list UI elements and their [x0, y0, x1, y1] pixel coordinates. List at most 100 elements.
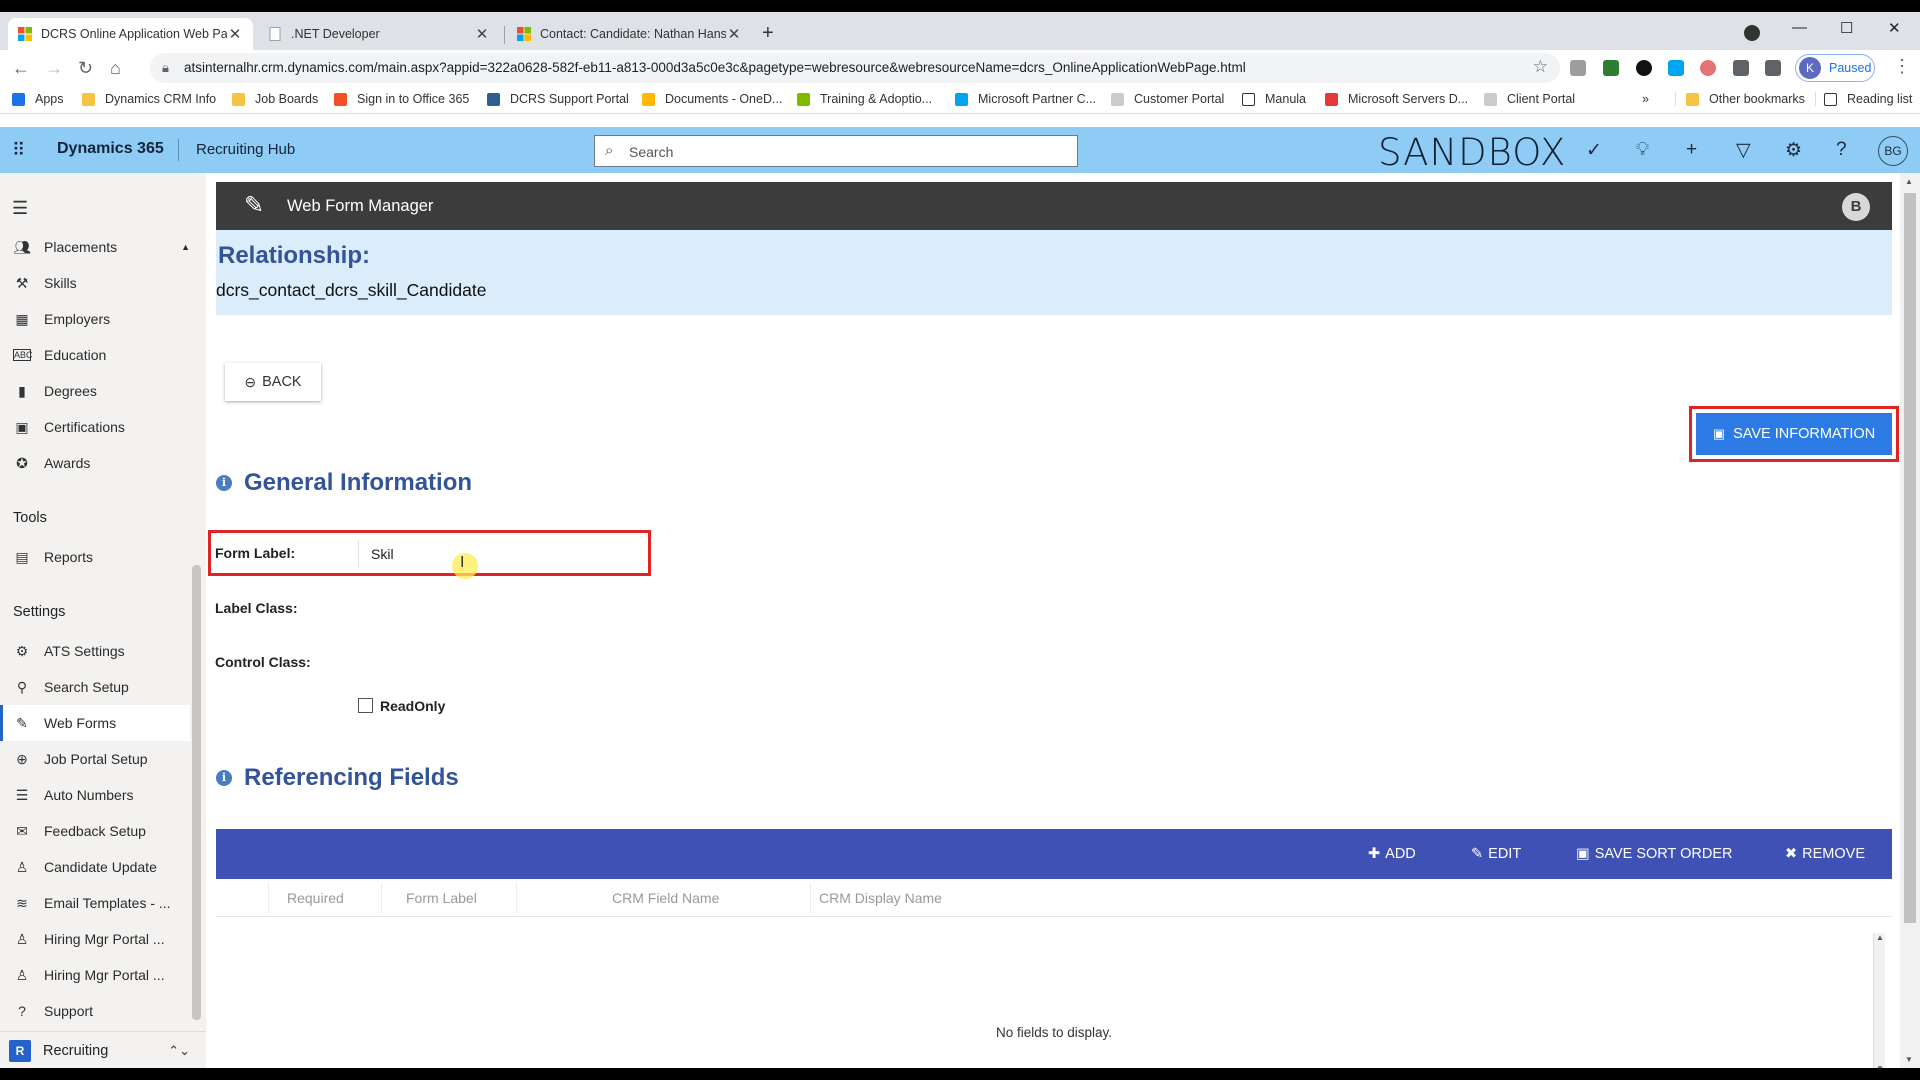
- nav-item-ats-settings[interactable]: ⚙ ATS Settings: [0, 633, 190, 669]
- people-icon: 👥︎: [13, 238, 31, 255]
- nav-item-hiring-mgr-portal[interactable]: ♙ Hiring Mgr Portal ...: [0, 957, 190, 993]
- nav-item-feedback-setup[interactable]: ✉ Feedback Setup: [0, 813, 190, 849]
- extension-icon[interactable]: [1636, 60, 1652, 76]
- task-check-icon[interactable]: ✓: [1586, 139, 1602, 162]
- nav-item-search-setup[interactable]: ⚲ Search Setup: [0, 669, 190, 705]
- column-header-crm-display-name[interactable]: CRM Display Name: [819, 890, 942, 906]
- nav-item-placements[interactable]: 👥︎ Placements ▲: [0, 229, 190, 265]
- bookmark-item[interactable]: Sign in to Office 365: [334, 92, 469, 106]
- edit-button[interactable]: ✎ EDIT: [1471, 846, 1521, 862]
- bookmark-item[interactable]: Job Boards: [232, 92, 318, 106]
- bookmark-item[interactable]: Training & Adoptio...: [797, 92, 932, 106]
- new-tab-button[interactable]: +: [762, 22, 774, 45]
- bookmark-item[interactable]: Microsoft Partner C...: [955, 92, 1096, 106]
- bookmark-item[interactable]: Customer Portal: [1111, 92, 1224, 106]
- lock-icon[interactable]: 🔒︎: [162, 60, 169, 76]
- extension-icon[interactable]: [1668, 60, 1684, 76]
- close-tab-icon[interactable]: ✕: [227, 25, 243, 43]
- back-arrow-icon[interactable]: ←: [12, 58, 30, 79]
- page-scrollbar[interactable]: ▲ ▼: [1900, 173, 1920, 1068]
- reading-list[interactable]: Reading list: [1815, 92, 1912, 106]
- url-bar[interactable]: 🔒︎ atsinternalhr.crm.dynamics.com/main.a…: [150, 53, 1560, 83]
- header-badge[interactable]: B: [1842, 193, 1870, 221]
- nav-item-employers[interactable]: ▦ Employers: [0, 301, 190, 337]
- product-name[interactable]: Dynamics 365: [57, 140, 164, 158]
- tab-net-developer[interactable]: .NET Developer ✕: [258, 18, 500, 50]
- gear-icon[interactable]: ⚙: [1785, 139, 1802, 162]
- extension-icon[interactable]: [1570, 60, 1586, 76]
- save-sort-order-button[interactable]: ▣ SAVE SORT ORDER: [1576, 846, 1733, 862]
- add-button[interactable]: ✚ ADD: [1368, 846, 1416, 862]
- scroll-down-arrow-icon[interactable]: ▼: [1876, 1064, 1884, 1068]
- nav-item-certifications[interactable]: ▣ Certifications: [0, 409, 190, 445]
- help-icon[interactable]: ?: [1836, 139, 1847, 161]
- collapse-arrow-icon[interactable]: ▲: [181, 242, 190, 252]
- lightbulb-icon[interactable]: 💡︎: [1636, 139, 1649, 161]
- close-tab-icon[interactable]: ✕: [726, 25, 742, 43]
- bookmark-item[interactable]: Client Portal: [1484, 92, 1575, 106]
- nav-item-reports[interactable]: ▤ Reports: [0, 539, 190, 575]
- column-header-required[interactable]: Required: [287, 890, 344, 906]
- app-launcher-icon[interactable]: ⠿: [12, 140, 25, 161]
- scrollbar-thumb[interactable]: [1904, 193, 1916, 923]
- grid-scrollbar[interactable]: ▲ ▼: [1873, 933, 1885, 1068]
- scroll-down-arrow-icon[interactable]: ▼: [1905, 1055, 1913, 1064]
- reload-icon[interactable]: ↻: [78, 58, 93, 79]
- scroll-up-arrow-icon[interactable]: ▲: [1905, 177, 1913, 186]
- book-icon: [1242, 92, 1255, 106]
- form-label-input[interactable]: [358, 540, 638, 568]
- bookmark-item[interactable]: Dynamics CRM Info: [82, 92, 216, 106]
- bookmark-item[interactable]: Microsoft Servers D...: [1325, 92, 1468, 106]
- column-header-form-label[interactable]: Form Label: [406, 890, 477, 906]
- global-search[interactable]: ⌕ Search: [594, 135, 1078, 167]
- other-bookmarks[interactable]: Other bookmarks: [1675, 92, 1805, 106]
- edit-form-icon: ✎: [244, 192, 265, 219]
- app-name[interactable]: Recruiting Hub: [196, 141, 295, 158]
- remove-button[interactable]: ✖ REMOVE: [1785, 846, 1865, 862]
- bookmark-item[interactable]: Documents - OneD...: [642, 92, 782, 106]
- bookmark-apps[interactable]: Apps: [12, 92, 64, 106]
- profile-button[interactable]: K Paused: [1795, 54, 1875, 82]
- nav-item-hiring-mgr-portal[interactable]: ♙ Hiring Mgr Portal ...: [0, 921, 190, 957]
- bookmark-item[interactable]: Manula: [1242, 92, 1306, 106]
- tab-dcrs-online-application[interactable]: DCRS Online Application Web Page ✕: [8, 18, 253, 50]
- nav-item-support[interactable]: ? Support: [0, 993, 190, 1029]
- nav-item-awards[interactable]: ✪ Awards: [0, 445, 190, 481]
- nav-item-web-forms[interactable]: ✎ Web Forms: [0, 705, 190, 741]
- nav-item-candidate-update[interactable]: ♙ Candidate Update: [0, 849, 190, 885]
- nav-item-auto-numbers[interactable]: ☰ Auto Numbers: [0, 777, 190, 813]
- maximize-icon[interactable]: ☐: [1840, 19, 1853, 37]
- puzzle-icon[interactable]: [1733, 60, 1749, 76]
- bookmark-item[interactable]: DCRS Support Portal: [487, 92, 629, 106]
- hamburger-icon[interactable]: ☰: [12, 198, 28, 219]
- forward-arrow-icon[interactable]: →: [45, 58, 63, 79]
- minimize-icon[interactable]: —: [1792, 19, 1807, 36]
- nav-item-skills[interactable]: ⚒ Skills: [0, 265, 190, 301]
- home-icon[interactable]: ⌂: [110, 58, 121, 79]
- nav-item-email-templates[interactable]: ≋ Email Templates - ...: [0, 885, 190, 921]
- extension-icon[interactable]: [1700, 60, 1716, 76]
- reading-mode-icon[interactable]: [1765, 60, 1781, 76]
- close-window-icon[interactable]: ✕: [1888, 19, 1901, 37]
- scroll-up-arrow-icon[interactable]: ▲: [1876, 933, 1884, 942]
- nav-item-degrees[interactable]: ▮ Degrees: [0, 373, 190, 409]
- save-information-button[interactable]: ▣ SAVE INFORMATION: [1696, 413, 1892, 455]
- bookmark-star-icon[interactable]: ☆: [1533, 57, 1548, 77]
- browser-menu-icon[interactable]: ⋮: [1893, 56, 1911, 77]
- column-header-crm-field-name[interactable]: CRM Field Name: [612, 890, 719, 906]
- user-avatar[interactable]: BG: [1878, 136, 1908, 166]
- back-button[interactable]: ⊖ BACK: [225, 363, 321, 401]
- extension-icon[interactable]: [1603, 60, 1619, 76]
- readonly-checkbox[interactable]: [358, 698, 373, 713]
- filter-icon[interactable]: ▽: [1736, 139, 1751, 162]
- close-tab-icon[interactable]: ✕: [474, 25, 490, 43]
- nav-item-job-portal-setup[interactable]: ⊕ Job Portal Setup: [0, 741, 190, 777]
- plus-icon[interactable]: +: [1686, 139, 1697, 161]
- nav-scrollbar[interactable]: [192, 565, 201, 1020]
- bookmarks-overflow[interactable]: »: [1642, 92, 1649, 106]
- nav-item-education[interactable]: ABC Education: [0, 337, 190, 373]
- tab-search-icon[interactable]: [1744, 25, 1760, 41]
- area-switcher[interactable]: R Recruiting ⌃⌄: [0, 1031, 206, 1068]
- tab-contact-candidate[interactable]: Contact: Candidate: Nathan Hanson ✕: [507, 18, 752, 50]
- d365-header: ⠿ Dynamics 365 Recruiting Hub ⌕ Search S…: [0, 127, 1920, 174]
